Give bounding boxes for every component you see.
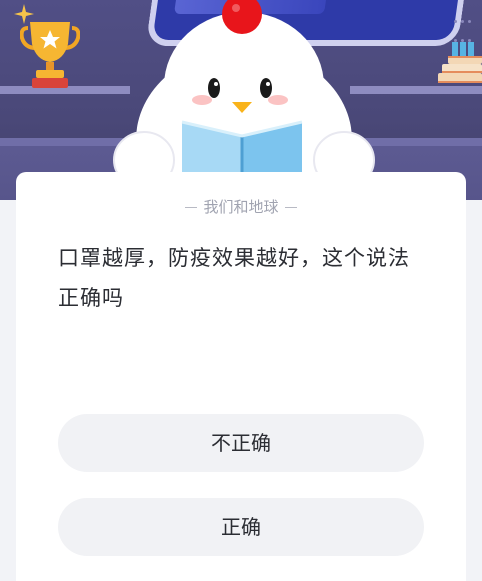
answer-option-correct[interactable]: 正确 <box>58 498 424 556</box>
header-banner <box>0 0 482 200</box>
answer-option-incorrect[interactable]: 不正确 <box>58 414 424 472</box>
source-text: 我们和地球 <box>203 198 279 216</box>
question-text: 口罩越厚，防疫效果越好，这个说法正确吗 <box>58 246 410 310</box>
question-card: 我们和地球 口罩越厚，防疫效果越好，这个说法正确吗 不正确 正确 <box>16 172 466 581</box>
trophy-icon <box>20 22 80 88</box>
quiz-page: 我们和地球 口罩越厚，防疫效果越好，这个说法正确吗 不正确 正确 <box>0 0 482 581</box>
source-label: 我们和地球 <box>16 196 466 217</box>
divider-right <box>284 207 297 208</box>
books-icon <box>438 42 482 83</box>
divider-left <box>185 207 198 208</box>
mascot-illustration <box>113 0 375 200</box>
